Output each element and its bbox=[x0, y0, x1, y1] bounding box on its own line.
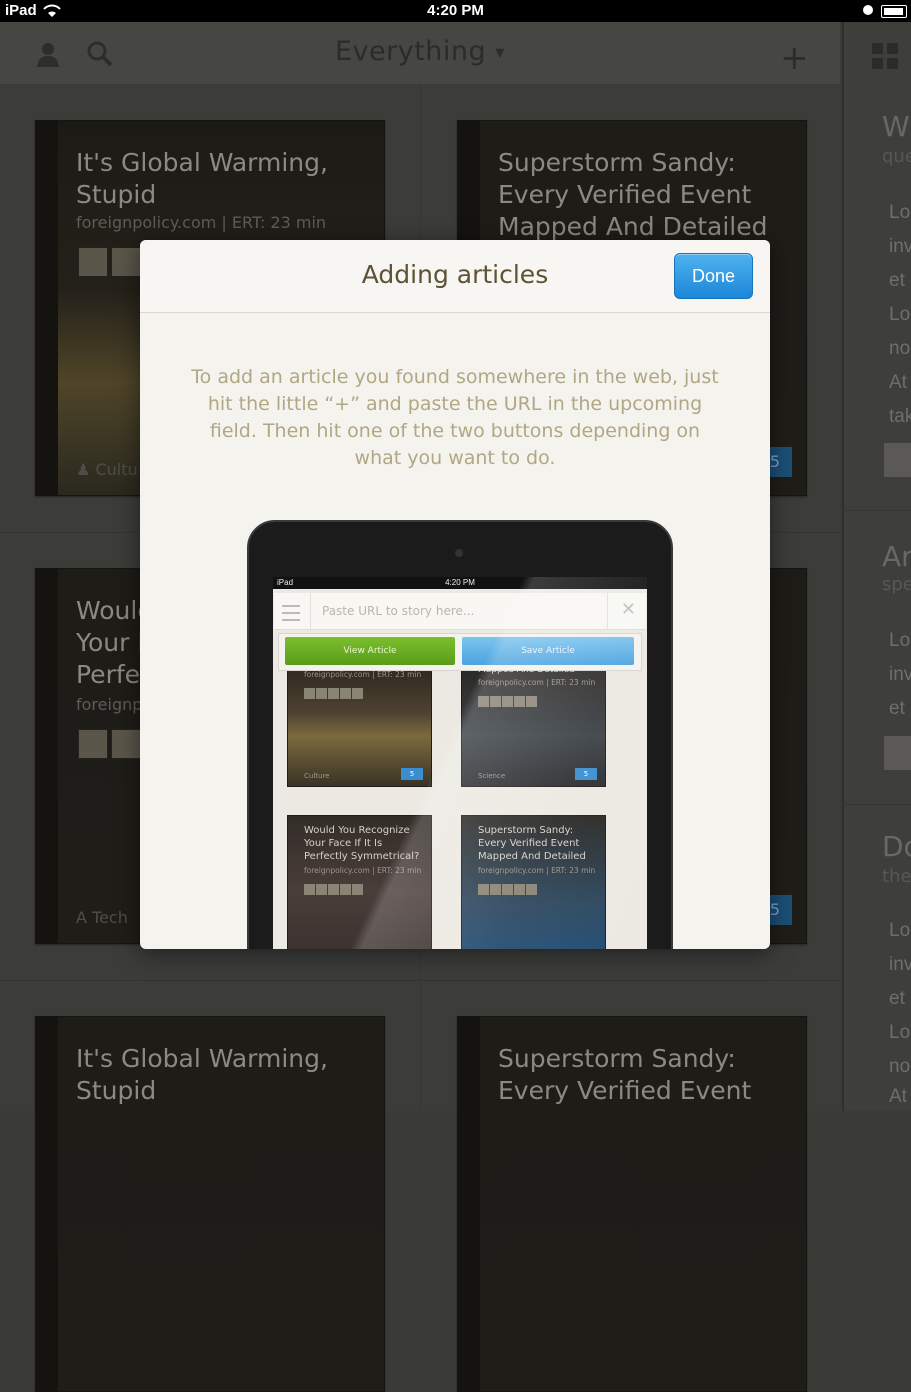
side-item-text: Lo bbox=[889, 630, 911, 651]
ipad-illustration: iPad 4:20 PM foreignpolicy.com | ERT: 23… bbox=[247, 520, 673, 949]
article-source: foreignpolicy.com | ERT: 23 min bbox=[76, 213, 327, 232]
side-item-text: At bbox=[889, 1086, 907, 1107]
divider bbox=[842, 804, 911, 805]
top-bar: Everything ▼ + bbox=[0, 22, 840, 85]
tutorial-modal: Adding articles Done To add an article y… bbox=[140, 240, 770, 949]
done-button[interactable]: Done bbox=[674, 253, 753, 299]
side-item-text: inv bbox=[889, 954, 911, 975]
avatar bbox=[78, 729, 108, 759]
article-card[interactable]: It's Global Warming, Stupid bbox=[35, 1016, 385, 1392]
side-item-title: W bbox=[882, 110, 910, 143]
ipad-screen: iPad 4:20 PM foreignpolicy.com | ERT: 23… bbox=[273, 577, 647, 949]
side-item-subtitle: que bbox=[882, 146, 911, 167]
theater-mask-icon: ♟ bbox=[76, 460, 96, 479]
side-item-text: Lo bbox=[889, 1022, 911, 1043]
side-item-text: Lo bbox=[889, 202, 911, 223]
side-item-text: et bbox=[889, 988, 905, 1009]
side-item-title: Do bbox=[882, 830, 911, 863]
side-item-text: no bbox=[889, 1056, 911, 1077]
side-item-text: At bbox=[889, 372, 907, 393]
avatar bbox=[78, 247, 108, 277]
modal-header: Adding articles Done bbox=[140, 240, 770, 313]
divider bbox=[0, 980, 840, 981]
feed-title: Everything bbox=[334, 36, 487, 67]
grid-view-icon[interactable] bbox=[871, 42, 899, 70]
article-card[interactable]: Superstorm Sandy: Every Verified Event bbox=[457, 1016, 807, 1392]
mini-card: Mapped And Detailed foreignpolicy.com | … bbox=[461, 661, 606, 787]
article-title: Superstorm Sandy: Every Verified Event M… bbox=[498, 148, 768, 241]
mini-status-bar: iPad 4:20 PM bbox=[273, 577, 647, 589]
avatar bbox=[111, 729, 141, 759]
avatar bbox=[111, 247, 141, 277]
article-title: Superstorm Sandy: Every Verified Event bbox=[498, 1044, 752, 1105]
side-item-subtitle: the bbox=[882, 866, 911, 887]
save-article-button: Save Article bbox=[462, 637, 634, 665]
status-bar: iPad 4:20 PM bbox=[0, 0, 911, 22]
article-title: It's Global Warming, Stupid bbox=[76, 1044, 328, 1105]
side-item-text: inv bbox=[889, 664, 911, 685]
divider bbox=[842, 510, 911, 511]
article-source: foreignp bbox=[76, 695, 143, 714]
add-article-icon[interactable]: + bbox=[780, 38, 809, 78]
side-item-text: tak bbox=[889, 406, 911, 427]
url-bar: Paste URL to story here... ✕ bbox=[274, 593, 646, 630]
camera-icon bbox=[455, 549, 463, 557]
chevron-down-icon: ▼ bbox=[495, 45, 505, 60]
side-item-text: inv bbox=[889, 236, 911, 257]
avatar bbox=[884, 443, 911, 477]
avatar-list bbox=[78, 247, 144, 281]
side-item-subtitle: spe bbox=[882, 574, 911, 595]
feed-title-dropdown[interactable]: Everything ▼ bbox=[0, 36, 840, 67]
view-article-button: View Article bbox=[285, 637, 455, 665]
side-item-text: Lo bbox=[889, 304, 911, 325]
avatar-list bbox=[78, 729, 144, 763]
orientation-lock-icon bbox=[863, 5, 873, 15]
avatar bbox=[884, 736, 911, 770]
status-time: 4:20 PM bbox=[427, 2, 484, 19]
modal-instructions: To add an article you found somewhere in… bbox=[191, 366, 719, 469]
close-icon: ✕ bbox=[620, 599, 636, 620]
article-category: A Tech bbox=[76, 908, 128, 927]
flask-icon: A bbox=[76, 908, 93, 927]
action-buttons: View Article Save Article bbox=[278, 633, 642, 671]
mini-card: foreignpolicy.com | ERT: 23 min Culture … bbox=[287, 661, 432, 787]
url-placeholder: Paste URL to story here... bbox=[322, 604, 475, 618]
side-item-title: Ar bbox=[882, 540, 911, 573]
side-item-text: et bbox=[889, 698, 905, 719]
side-item-text: et bbox=[889, 270, 905, 291]
side-item-text: Lo bbox=[889, 920, 911, 941]
mini-card: Superstorm Sandy: Every Verified Event M… bbox=[461, 815, 606, 949]
comment-count-badge: 5 bbox=[575, 768, 597, 780]
menu-icon bbox=[282, 605, 300, 621]
article-category: ♟ Cultu bbox=[76, 460, 138, 479]
side-item-text: no bbox=[889, 338, 911, 359]
mini-card: Would You Recognize Your Face If It Is P… bbox=[287, 815, 432, 949]
comment-count-badge: 5 bbox=[401, 768, 423, 780]
battery-icon bbox=[881, 5, 907, 18]
article-title: It's Global Warming, Stupid bbox=[76, 148, 328, 209]
